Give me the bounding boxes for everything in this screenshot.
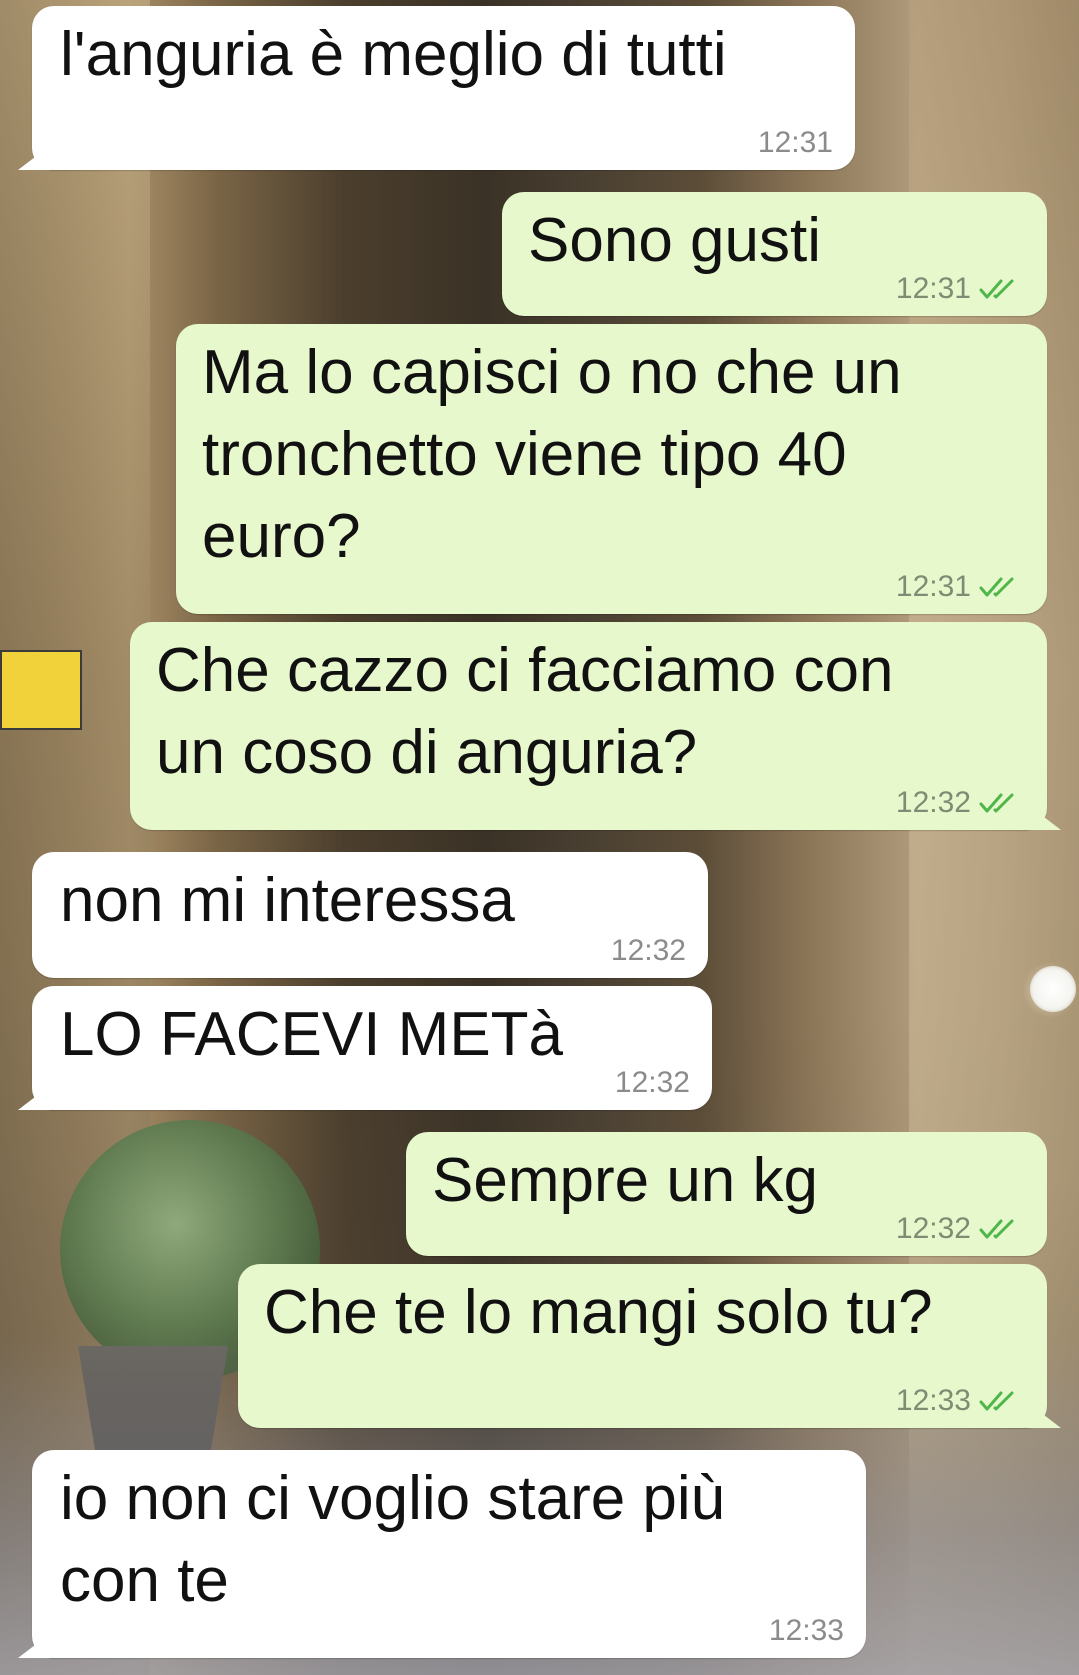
- message-time: 12:32: [895, 786, 971, 819]
- double-check-icon: [979, 577, 1014, 597]
- message-bubble-outgoing[interactable]: Sono gusti 12:31: [502, 192, 1047, 316]
- double-check-icon: [979, 279, 1014, 299]
- double-check-icon: [979, 1391, 1014, 1411]
- message-meta: 12:33: [769, 1614, 844, 1648]
- message-bubble-outgoing[interactable]: Che te lo mangi solo tu? 12:33: [238, 1264, 1047, 1428]
- message-meta: 12:31: [896, 570, 1025, 604]
- message-time: 12:32: [610, 934, 686, 967]
- message-list[interactable]: l'anguria è meglio di tutti 12:31 Sono g…: [0, 0, 1079, 1675]
- message-meta: 12:31: [896, 272, 1025, 306]
- message-bubble-outgoing[interactable]: Sempre un kg 12:32: [406, 1132, 1047, 1256]
- message-text: LO FACEVI METà: [60, 1000, 564, 1069]
- message-time: 12:31: [757, 126, 833, 159]
- message-time: 12:33: [768, 1614, 844, 1647]
- message-meta: 12:32: [611, 934, 686, 968]
- message-bubble-incoming[interactable]: LO FACEVI METà 12:32: [32, 986, 712, 1110]
- message-bubble-incoming[interactable]: io non ci voglio stare più con te 12:33: [32, 1450, 866, 1658]
- message-time: 12:32: [895, 1212, 971, 1245]
- message-bubble-outgoing[interactable]: Ma lo capisci o no che un tronchetto vie…: [176, 324, 1047, 614]
- message-text: Sono gusti: [528, 206, 821, 275]
- message-meta: 12:32: [896, 786, 1025, 820]
- message-meta: 12:31: [758, 126, 833, 160]
- double-check-icon: [979, 793, 1014, 813]
- message-text: l'anguria è meglio di tutti: [60, 20, 727, 89]
- message-time: 12:32: [614, 1066, 690, 1099]
- message-bubble-incoming[interactable]: non mi interessa 12:32: [32, 852, 708, 978]
- message-text: io non ci voglio stare più con te: [60, 1464, 726, 1615]
- message-meta: 12:32: [615, 1066, 690, 1100]
- message-bubble-outgoing[interactable]: Che cazzo ci facciamo con un coso di ang…: [130, 622, 1047, 830]
- message-text: Che te lo mangi solo tu?: [264, 1278, 933, 1347]
- message-meta: 12:33: [896, 1384, 1025, 1418]
- message-text: Sempre un kg: [432, 1146, 818, 1215]
- message-time: 12:31: [895, 272, 971, 305]
- message-text: non mi interessa: [60, 866, 515, 935]
- message-time: 12:31: [895, 570, 971, 603]
- message-text: Che cazzo ci facciamo con un coso di ang…: [156, 636, 894, 787]
- message-text: Ma lo capisci o no che un tronchetto vie…: [202, 338, 902, 571]
- message-time: 12:33: [895, 1384, 971, 1417]
- double-check-icon: [979, 1219, 1014, 1239]
- message-bubble-incoming[interactable]: l'anguria è meglio di tutti 12:31: [32, 6, 855, 170]
- message-meta: 12:32: [896, 1212, 1025, 1246]
